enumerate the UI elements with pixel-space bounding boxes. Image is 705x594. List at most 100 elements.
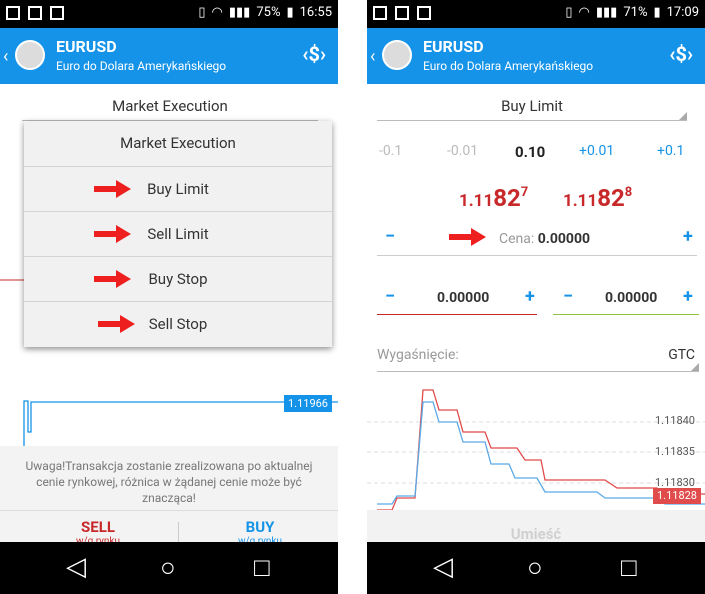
app-logo[interactable] (15, 40, 45, 70)
price-minus-button[interactable]: − (385, 226, 395, 247)
expiry-value: GTC (668, 347, 695, 363)
warning-text: Uwaga!Transakcja zostanie zrealizowana p… (25, 459, 313, 505)
calendar-icon (395, 6, 409, 20)
sl-value[interactable]: 0.00000 (437, 290, 489, 306)
dropdown-item-sell-stop[interactable]: Sell Stop (24, 301, 332, 347)
tp-minus-button[interactable]: − (563, 286, 573, 307)
volume-dec-small[interactable]: -0.01 (447, 143, 478, 159)
tp-underline (553, 314, 699, 315)
tp-plus-button[interactable]: + (683, 286, 693, 307)
volume-value[interactable]: 0.10 (515, 143, 545, 161)
app-bar: ‹ EURUSD Euro do Dolara Amerykańskiego ‹… (0, 28, 338, 84)
buy-label: BUY (245, 518, 275, 536)
expiry-select[interactable]: Wygaśnięcie: GTC (377, 345, 699, 372)
price-value: 0.00000 (537, 231, 591, 247)
vibrate-icon: ▯ (565, 5, 573, 20)
nav-home-icon[interactable]: ○ (160, 552, 176, 583)
app-logo[interactable] (382, 40, 412, 70)
wifi-icon: ◠ (578, 5, 590, 20)
nav-bar: ◁ ○ □ (0, 542, 338, 594)
left-screen: ▯ ◠ ▮▮▮ 75% ▮ 16:55 ‹ EURUSD Euro do Dol… (0, 0, 338, 594)
price-underline (377, 255, 697, 256)
red-arrow-icon (94, 270, 131, 288)
app-bar: ‹ EURUSD Euro do Dolara Amerykańskiego ‹… (367, 28, 705, 84)
clock: 16:55 (299, 5, 332, 20)
system-icons: ▯ ◠ ▮▮▮ 75% ▮ 16:55 (198, 5, 332, 20)
calendar-icon (28, 6, 42, 20)
wifi-icon: ◠ (211, 5, 223, 20)
currency-exchange-icon[interactable]: ‹$› (669, 42, 693, 66)
notification-icons (373, 6, 431, 20)
battery-icon: ▮ (653, 5, 661, 20)
dropdown-item-label: Market Execution (120, 134, 236, 152)
bid-price: 1.11827 (459, 184, 528, 212)
nav-back-icon[interactable]: ◁ (66, 552, 86, 582)
tp-value[interactable]: 0.00000 (605, 290, 657, 306)
signal-icon: ▮▮▮ (595, 5, 618, 20)
dropdown-item-market-execution[interactable]: Market Execution (24, 121, 332, 166)
volume-inc-large[interactable]: +0.1 (657, 143, 684, 159)
nav-back-icon[interactable]: ◁ (433, 552, 453, 582)
order-type-select[interactable]: Buy Limit (377, 92, 687, 121)
screenshot-icon (6, 6, 20, 20)
price-plus-button[interactable]: + (683, 226, 693, 247)
order-type-value: Market Execution (112, 97, 228, 115)
volume-inc-small[interactable]: +0.01 (579, 143, 614, 159)
bid-prefix: 1.11 (459, 191, 494, 211)
grid-label-1: 1.11840 (655, 414, 695, 427)
symbol-title: EURUSD (56, 37, 117, 56)
system-icons: ▯ ◠ ▮▮▮ 71% ▮ 17:09 (565, 5, 699, 20)
sell-label: SELL (81, 518, 115, 536)
ask-price: 1.11828 (563, 184, 632, 212)
red-arrow-icon (449, 228, 486, 246)
price-label: Cena: (499, 231, 535, 247)
notification-icons (6, 6, 64, 20)
ask-big: 82 (597, 184, 625, 212)
sl-minus-button[interactable]: − (385, 286, 395, 307)
red-arrow-icon (94, 180, 131, 198)
dropdown-item-label: Buy Stop (148, 270, 208, 288)
battery-percent: 71% (623, 5, 648, 20)
battery-percent: 75% (256, 5, 281, 20)
price-field[interactable]: Cena: 0.00000 (499, 231, 590, 247)
expiry-label: Wygaśnięcie: (377, 347, 459, 363)
nav-bar: ◁ ○ □ (367, 542, 705, 594)
signal-icon: ▮▮▮ (228, 5, 251, 20)
volume-dec-large[interactable]: -0.1 (379, 143, 402, 159)
nav-home-icon[interactable]: ○ (527, 552, 543, 583)
nav-recents-icon[interactable]: □ (254, 552, 270, 583)
red-arrow-icon (98, 315, 135, 333)
shopping-bag-icon (50, 6, 64, 20)
price-tag: 1.11966 (284, 395, 332, 412)
dropdown-item-buy-stop[interactable]: Buy Stop (24, 256, 332, 302)
order-type-select[interactable]: Market Execution (22, 92, 318, 121)
status-bar: ▯ ◠ ▮▮▮ 71% ▮ 17:09 (367, 0, 705, 28)
sl-plus-button[interactable]: + (525, 286, 535, 307)
vibrate-icon: ▯ (198, 5, 206, 20)
currency-exchange-icon[interactable]: ‹$› (302, 42, 326, 66)
dropdown-corner-icon (679, 112, 687, 120)
back-chevron-icon[interactable]: ‹ (370, 46, 375, 67)
sl-underline (377, 314, 537, 315)
symbol-description: Euro do Dolara Amerykańskiego (56, 59, 227, 73)
price-tag: 1.11828 (653, 488, 701, 504)
bid-sup: 7 (520, 185, 529, 200)
screenshot-icon (373, 6, 387, 20)
status-bar: ▯ ◠ ▮▮▮ 75% ▮ 16:55 (0, 0, 338, 28)
dropdown-corner-icon (691, 363, 699, 371)
battery-icon: ▮ (286, 5, 294, 20)
clock: 17:09 (666, 5, 699, 20)
ask-sup: 8 (624, 185, 633, 200)
red-arrow-icon (94, 225, 131, 243)
dropdown-item-sell-limit[interactable]: Sell Limit (24, 211, 332, 257)
back-chevron-icon[interactable]: ‹ (3, 46, 8, 67)
order-type-dropdown: Market Execution Buy Limit Sell Limit Bu… (24, 121, 332, 347)
bid-big: 82 (493, 184, 521, 212)
dropdown-item-label: Buy Limit (147, 180, 209, 198)
right-screen: ▯ ◠ ▮▮▮ 71% ▮ 17:09 ‹ EURUSD Euro do Dol… (367, 0, 705, 594)
dropdown-item-buy-limit[interactable]: Buy Limit (24, 166, 332, 212)
symbol-title: EURUSD (423, 37, 484, 56)
shopping-bag-icon (417, 6, 431, 20)
ask-prefix: 1.11 (563, 191, 598, 211)
nav-recents-icon[interactable]: □ (621, 552, 637, 583)
